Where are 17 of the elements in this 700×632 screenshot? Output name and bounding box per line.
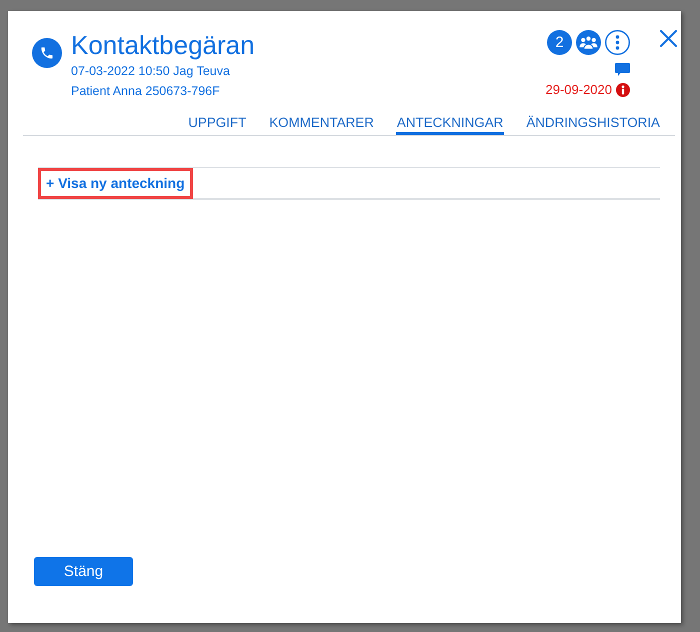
tab[interactable]: ÄNDRINGSHISTORIA: [525, 108, 661, 135]
info-icon: [616, 83, 630, 97]
add-note-link[interactable]: + Visa ny anteckning: [46, 175, 185, 191]
due-date: 29-09-2020: [546, 82, 612, 98]
close-icon[interactable]: [660, 30, 677, 47]
subtitle-text: 07-03-2022 10:50 Jag Teuva: [71, 63, 231, 80]
chat-icon[interactable]: [615, 63, 630, 76]
tab[interactable]: KOMMENTARER: [268, 108, 375, 135]
close-dialog-button[interactable]: Stäng: [34, 557, 133, 586]
phone-icon: [32, 38, 62, 68]
people-icon[interactable]: [576, 30, 601, 55]
dialog-title: Kontaktbegäran: [71, 29, 256, 61]
tab[interactable]: UPPGIFT: [187, 108, 248, 135]
subtitle-text: Patient Anna 250673-796F: [71, 83, 221, 100]
tab[interactable]: ANTECKNINGAR: [396, 108, 504, 135]
more-icon[interactable]: [605, 30, 630, 55]
count-badge: 2: [547, 30, 572, 55]
